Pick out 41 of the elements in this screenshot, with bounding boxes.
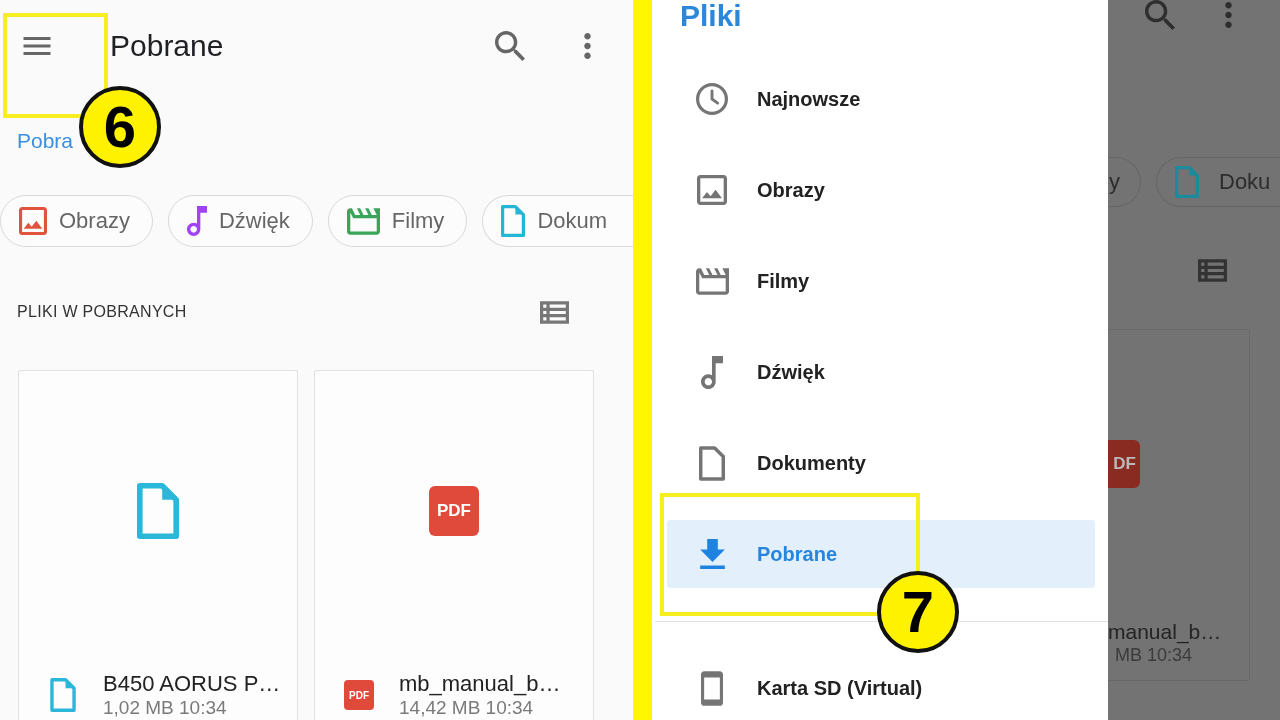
document-icon bbox=[1175, 166, 1199, 198]
drawer-item[interactable]: Dźwięk bbox=[667, 338, 1095, 406]
menu-icon bbox=[22, 37, 52, 55]
phone-icon bbox=[701, 670, 723, 706]
category-chip[interactable]: Obrazy bbox=[0, 195, 153, 247]
file-card[interactable]: PDF PDF mb_manual_b… 14,42 MB 10:34 bbox=[314, 370, 594, 720]
category-chip[interactable]: Filmy bbox=[327, 195, 468, 247]
file-details: 1,02 MB 10:34 bbox=[103, 697, 228, 719]
download-icon bbox=[699, 539, 725, 569]
list-view-icon bbox=[1198, 259, 1227, 282]
document-icon bbox=[137, 483, 179, 539]
file-details: MB 10:34 bbox=[1114, 644, 1194, 666]
document-icon bbox=[50, 678, 76, 712]
pdf-icon: PDF bbox=[429, 486, 479, 536]
clock-icon bbox=[696, 83, 728, 115]
search-icon bbox=[1145, 0, 1175, 30]
clapperboard-icon bbox=[695, 267, 729, 295]
pdf-icon: PDF bbox=[344, 680, 374, 710]
drawer-item[interactable]: Karta SD (Virtual) bbox=[667, 654, 1095, 720]
drawer-title: Pliki bbox=[679, 0, 742, 32]
pdf-icon: DF bbox=[1108, 440, 1140, 488]
category-chip[interactable]: Dźwięk bbox=[167, 195, 313, 247]
document-icon bbox=[699, 445, 725, 481]
file-name: manual_b… bbox=[1108, 619, 1223, 644]
more-options-icon bbox=[584, 33, 591, 59]
search-icon bbox=[495, 31, 525, 61]
drawer-item[interactable]: Dokumenty bbox=[667, 429, 1095, 497]
music-note-icon bbox=[701, 355, 723, 389]
file-details: 14,42 MB 10:34 bbox=[399, 697, 535, 719]
section-title: PLIKI W POBRANYCH bbox=[17, 303, 187, 321]
screen-title: Pobrane bbox=[110, 28, 225, 64]
file-name: mb_manual_b… bbox=[399, 671, 561, 697]
category-chip[interactable]: Dokum bbox=[482, 195, 633, 247]
image-icon bbox=[697, 175, 727, 205]
more-options-icon bbox=[1225, 2, 1232, 28]
drawer-item[interactable]: Filmy bbox=[667, 247, 1095, 315]
drawer-item[interactable]: Obrazy bbox=[667, 156, 1095, 224]
list-view-icon bbox=[540, 300, 569, 324]
file-card[interactable]: B450 AORUS P… 1,02 MB 10:34 bbox=[18, 370, 298, 720]
drawer-item[interactable]: Najnowsze bbox=[667, 65, 1095, 133]
file-name: B450 AORUS P… bbox=[103, 671, 281, 697]
